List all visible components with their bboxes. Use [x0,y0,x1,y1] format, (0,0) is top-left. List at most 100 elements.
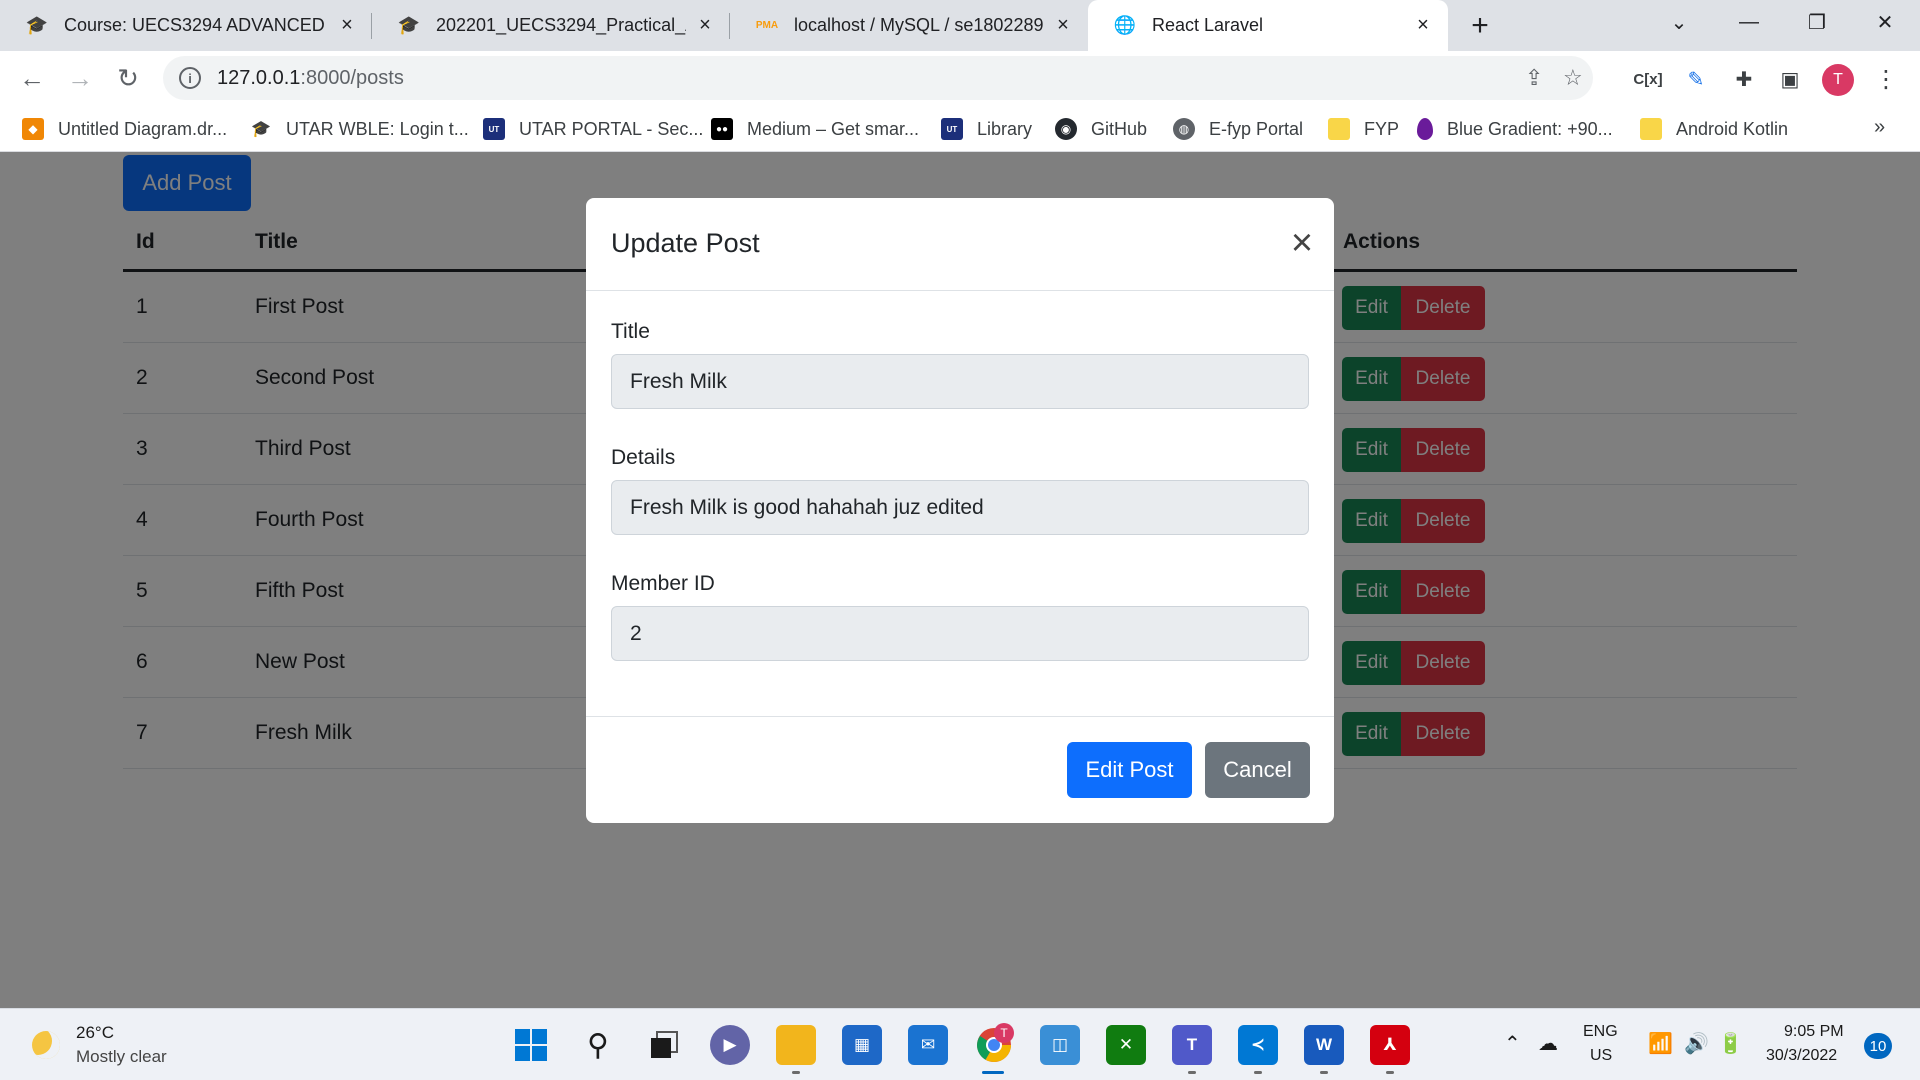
member-id-field-label: Member ID [611,572,715,595]
update-post-modal: Update Post × Title Details Member ID Ed… [586,198,1334,823]
address-bar[interactable]: i 127.0.0.1:8000/posts ⇪ ☆ [163,56,1593,100]
windows-taskbar: 26°C Mostly clear ⚲ ▶ ▦ ✉ T ◫ ✕ T ≺ W ⅄ … [0,1008,1920,1080]
browser-tab[interactable]: 🎓 202201_UECS3294_Practical_Asse × [372,0,730,51]
new-tab-button[interactable]: + [1462,8,1498,44]
bookmark-item[interactable]: 🎓 UTAR WBLE: Login t... [250,114,469,144]
vscode-icon[interactable]: ≺ [1238,1025,1278,1065]
bookmark-label: Medium – Get smar... [747,118,920,139]
bookmark-item[interactable]: ◉ GitHub [1055,114,1147,144]
bookmark-item[interactable]: ◆ Untitled Diagram.dr... [22,114,227,144]
url-host: 127.0.0.1 [217,66,301,89]
back-arrow-icon[interactable]: ← [14,60,50,96]
browser-tab[interactable]: PMA localhost / MySQL / se1802289 / × [730,0,1088,51]
battery-icon[interactable]: 🔋 [1718,1031,1743,1056]
side-panel-icon[interactable]: ▣ [1774,63,1806,95]
tab-title: Course: UECS3294 ADVANCED W [64,15,328,35]
xbox-icon[interactable]: ✕ [1106,1025,1146,1065]
modal-footer: Edit Post Cancel [586,716,1334,823]
search-icon[interactable]: ⚲ [578,1025,618,1065]
running-indicator [1386,1071,1394,1074]
running-indicator [1320,1071,1328,1074]
browser-tab[interactable]: 🎓 Course: UECS3294 ADVANCED W × [0,0,372,51]
forward-arrow-icon[interactable]: → [62,60,98,96]
extension-eyedropper-icon[interactable]: ✎ [1680,63,1712,95]
bookmark-label: GitHub [1091,118,1148,139]
cancel-button[interactable]: Cancel [1205,742,1310,798]
phpmyadmin-icon: PMA [755,20,779,31]
file-explorer-icon[interactable] [776,1025,816,1065]
clock-date[interactable]: 30/3/2022 [1766,1047,1837,1065]
gradient-drop-icon [1417,118,1433,140]
wifi-icon[interactable]: 📶 [1648,1031,1673,1056]
bookmark-item[interactable]: ◍ E-fyp Portal [1173,114,1303,144]
globe-icon: ◍ [1173,118,1195,140]
photos-viewer-icon[interactable]: ◫ [1040,1025,1080,1065]
reload-icon[interactable]: ↻ [110,60,146,96]
weather-description[interactable]: Mostly clear [76,1047,167,1067]
word-icon[interactable]: W [1304,1025,1344,1065]
extension-cx-icon[interactable]: C[x] [1632,63,1664,95]
close-icon[interactable]: × [336,14,358,37]
bookmark-label: UTAR PORTAL - Sec... [519,118,704,139]
tab-title: localhost / MySQL / se1802289 / [794,15,1044,35]
details-input[interactable] [611,480,1309,535]
bookmark-item[interactable]: FYP [1328,114,1399,144]
tray-overflow-chevron-icon[interactable]: ⌃ [1504,1031,1521,1056]
bookmark-label: Blue Gradient: +90... [1447,118,1613,139]
close-icon[interactable]: × [1412,14,1434,37]
active-indicator [982,1071,1004,1074]
volume-icon[interactable]: 🔊 [1684,1031,1709,1056]
input-region[interactable]: US [1590,1047,1612,1065]
notification-badge[interactable]: 10 [1864,1033,1892,1059]
bookmarks-overflow-icon[interactable]: » [1874,116,1885,139]
browser-toolbar: ← → ↻ i 127.0.0.1:8000/posts ⇪ ☆ C[x] ✎ … [0,51,1920,106]
bookmark-item[interactable]: UT UTAR PORTAL - Sec... [483,114,703,144]
extensions-puzzle-icon[interactable]: ✚ [1728,63,1760,95]
bookmark-label: FYP [1364,118,1400,139]
input-language[interactable]: ENG [1583,1023,1618,1041]
onedrive-error-icon[interactable]: ☁ [1538,1031,1558,1056]
acrobat-icon[interactable]: ⅄ [1370,1025,1410,1065]
clock-time[interactable]: 9:05 PM [1784,1023,1844,1041]
bookmark-item[interactable]: ●● Medium – Get smar... [711,114,919,144]
details-field-label: Details [611,446,676,469]
tab-search-icon[interactable]: ⌄ [1644,0,1714,44]
bookmark-item[interactable]: Android Kotlin [1640,114,1788,144]
running-indicator [792,1071,800,1074]
edit-post-button[interactable]: Edit Post [1067,742,1192,798]
close-icon[interactable]: × [694,14,716,37]
close-icon[interactable]: × [1284,222,1320,264]
chat-icon[interactable]: ▶ [710,1025,750,1065]
member-id-input[interactable] [611,606,1309,661]
windows-start-icon[interactable] [511,1025,551,1065]
weather-temperature[interactable]: 26°C [76,1023,114,1043]
share-icon[interactable]: ⇪ [1525,65,1543,91]
moon-weather-icon[interactable] [32,1031,60,1059]
browser-tab-strip: 🎓 Course: UECS3294 ADVANCED W × 🎓 202201… [0,0,1920,51]
minimize-button[interactable]: — [1714,0,1784,44]
title-field-label: Title [611,320,650,343]
microsoft-store-icon[interactable]: ▦ [842,1025,882,1065]
window-close-button[interactable]: ✕ [1850,0,1920,44]
chrome-profile-badge: T [994,1023,1014,1043]
bookmark-item[interactable]: UT Library [941,114,1032,144]
mail-icon[interactable]: ✉ [908,1025,948,1065]
close-icon[interactable]: × [1052,14,1074,37]
folder-icon [1640,118,1662,140]
title-input[interactable] [611,354,1309,409]
teams-icon[interactable]: T [1172,1025,1212,1065]
moodle-icon: 🎓 [397,15,421,35]
bookmark-item[interactable]: Blue Gradient: +90... [1417,114,1613,144]
drawio-icon: ◆ [22,118,44,140]
page-content: Add Post Id Title Actions 1 First Post E… [0,152,1920,1008]
url-text: 127.0.0.1:8000/posts [217,67,404,90]
site-info-icon[interactable]: i [179,67,201,89]
github-icon: ◉ [1055,118,1077,140]
restore-button[interactable]: ❐ [1782,0,1852,44]
tab-title: 202201_UECS3294_Practical_Asse [436,15,686,35]
star-icon[interactable]: ☆ [1563,65,1583,91]
menu-kebab-icon[interactable]: ⋮ [1870,63,1902,95]
browser-tab-active[interactable]: 🌐 React Laravel × [1088,0,1448,51]
profile-avatar[interactable]: T [1822,64,1854,96]
task-view-icon[interactable] [644,1025,684,1065]
